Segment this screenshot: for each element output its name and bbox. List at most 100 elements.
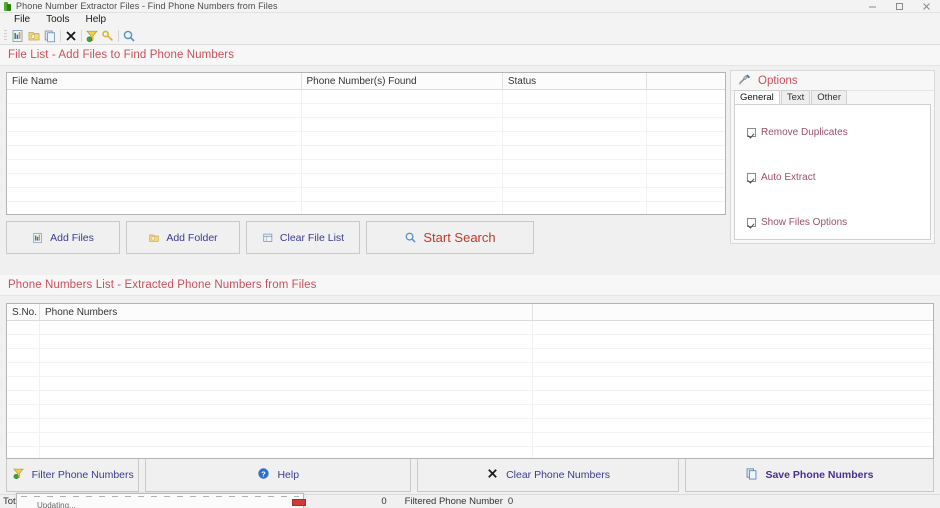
title-bar: Phone Number Extractor Files - Find Phon… bbox=[0, 0, 940, 13]
upper-area: File Name Phone Number(s) Found Status A… bbox=[0, 66, 940, 275]
toolbar bbox=[0, 27, 940, 45]
bottom-action-buttons: Filter Phone Numbers ? Help Clear Phone … bbox=[0, 456, 940, 494]
toolbar-search-icon[interactable] bbox=[121, 28, 137, 44]
column-header-blank[interactable] bbox=[647, 73, 725, 89]
app-icon bbox=[3, 1, 12, 11]
table-row[interactable] bbox=[7, 146, 725, 160]
file-list-header-label: File List - Add Files to Find Phone Numb… bbox=[8, 49, 235, 61]
toolbar-key-icon[interactable] bbox=[100, 28, 116, 44]
toolbar-separator bbox=[81, 29, 82, 42]
toolbar-clear-file-list-icon[interactable] bbox=[42, 28, 58, 44]
checkbox-remove-duplicates[interactable]: Remove Duplicates bbox=[747, 127, 848, 138]
checkbox-icon[interactable] bbox=[747, 128, 756, 137]
clear-phone-numbers-label: Clear Phone Numbers bbox=[506, 469, 610, 481]
toolbar-delete-icon[interactable] bbox=[63, 28, 79, 44]
save-phone-numbers-button[interactable]: Save Phone Numbers bbox=[684, 458, 934, 492]
phone-numbers-pane: S.No. Phone Numbers bbox=[0, 296, 940, 459]
window-controls bbox=[859, 0, 940, 13]
table-row[interactable] bbox=[7, 433, 933, 447]
tab-text[interactable]: Text bbox=[780, 90, 811, 104]
checkbox-auto-extract-label: Auto Extract bbox=[761, 172, 816, 183]
phone-numbers-grid-body[interactable] bbox=[7, 321, 933, 458]
progress-popup: Updating... bbox=[16, 493, 304, 508]
file-action-buttons: Add Files Add Folder Clear File List Sta… bbox=[6, 221, 726, 254]
progress-popup-text: Updating... bbox=[37, 501, 76, 508]
clear-phone-numbers-button[interactable]: Clear Phone Numbers bbox=[417, 458, 679, 492]
maximize-icon[interactable] bbox=[886, 0, 913, 13]
checkbox-remove-duplicates-label: Remove Duplicates bbox=[761, 127, 848, 138]
column-header-phone-numbers-found[interactable]: Phone Number(s) Found bbox=[302, 73, 503, 89]
tab-other[interactable]: Other bbox=[811, 90, 848, 104]
file-list-grid[interactable]: File Name Phone Number(s) Found Status bbox=[6, 72, 726, 215]
checkbox-auto-extract[interactable]: Auto Extract bbox=[747, 172, 815, 183]
options-title: Options bbox=[758, 74, 798, 87]
table-row[interactable] bbox=[7, 363, 933, 377]
clear-file-list-icon bbox=[262, 232, 274, 244]
column-header-phone-numbers[interactable]: Phone Numbers bbox=[40, 304, 533, 320]
menu-item-help[interactable]: Help bbox=[77, 13, 114, 27]
start-search-button[interactable]: Start Search bbox=[366, 221, 534, 254]
table-row[interactable] bbox=[7, 118, 725, 132]
file-list-grid-body[interactable] bbox=[7, 90, 725, 214]
search-icon bbox=[404, 231, 417, 244]
column-header-serial-number[interactable]: S.No. bbox=[7, 304, 40, 320]
application-window: Phone Number Extractor Files - Find Phon… bbox=[0, 0, 940, 508]
table-row[interactable] bbox=[7, 405, 933, 419]
table-row[interactable] bbox=[7, 174, 725, 188]
add-folder-icon bbox=[148, 232, 160, 244]
table-row[interactable] bbox=[7, 335, 933, 349]
table-row[interactable] bbox=[7, 160, 725, 174]
toolbar-filter-icon[interactable] bbox=[84, 28, 100, 44]
menu-item-tools[interactable]: Tools bbox=[38, 13, 77, 27]
options-tab-content: Remove Duplicates Auto Extract Show File… bbox=[734, 104, 931, 240]
phone-numbers-header-label: Phone Numbers List - Extracted Phone Num… bbox=[8, 279, 317, 291]
add-files-button[interactable]: Add Files bbox=[6, 221, 120, 254]
add-folder-label: Add Folder bbox=[166, 231, 218, 244]
table-row[interactable] bbox=[7, 90, 725, 104]
column-header-blank-2[interactable] bbox=[533, 304, 931, 320]
close-x-icon bbox=[486, 467, 499, 483]
checkbox-show-files-options[interactable]: Show Files Options bbox=[747, 217, 847, 228]
column-header-file-name[interactable]: File Name bbox=[7, 73, 302, 89]
table-row[interactable] bbox=[7, 104, 725, 118]
table-row[interactable] bbox=[7, 419, 933, 433]
filter-phone-numbers-button[interactable]: Filter Phone Numbers bbox=[6, 458, 140, 492]
file-list-section-header: File List - Add Files to Find Phone Numb… bbox=[0, 45, 940, 66]
status-total-value: 0 bbox=[381, 496, 387, 507]
help-label: Help bbox=[277, 469, 300, 481]
help-button[interactable]: ? Help bbox=[145, 458, 412, 492]
table-row[interactable] bbox=[7, 377, 933, 391]
clear-file-list-label: Clear File List bbox=[279, 231, 345, 244]
checkbox-show-files-options-label: Show Files Options bbox=[761, 217, 848, 228]
menu-item-file[interactable]: File bbox=[6, 13, 38, 27]
checkbox-icon[interactable] bbox=[747, 173, 756, 182]
table-row[interactable] bbox=[7, 188, 725, 202]
table-row[interactable] bbox=[7, 391, 933, 405]
status-filtered-label: Filtered Phone Number bbox=[404, 496, 503, 507]
table-row[interactable] bbox=[7, 321, 933, 335]
toolbar-separator bbox=[118, 29, 119, 42]
column-header-status[interactable]: Status bbox=[503, 73, 647, 89]
toolbar-add-files-icon[interactable] bbox=[10, 28, 26, 44]
table-row[interactable] bbox=[7, 447, 933, 458]
phone-numbers-grid[interactable]: S.No. Phone Numbers bbox=[6, 303, 934, 459]
table-row[interactable] bbox=[7, 349, 933, 363]
save-phone-numbers-label: Save Phone Numbers bbox=[765, 469, 874, 481]
filter-phone-numbers-label: Filter Phone Numbers bbox=[31, 469, 134, 481]
options-panel: Options General Text Other Remove Duplic… bbox=[730, 70, 935, 244]
add-files-icon bbox=[32, 232, 44, 244]
file-list-grid-header: File Name Phone Number(s) Found Status bbox=[7, 73, 725, 90]
checkbox-icon[interactable] bbox=[747, 218, 756, 227]
tab-general[interactable]: General bbox=[734, 90, 780, 104]
toolbar-grip[interactable] bbox=[4, 29, 7, 42]
minimize-icon[interactable] bbox=[859, 0, 886, 13]
options-pane: Options General Text Other Remove Duplic… bbox=[726, 66, 940, 275]
progress-indicator bbox=[292, 499, 306, 506]
clear-file-list-button[interactable]: Clear File List bbox=[246, 221, 360, 254]
close-icon[interactable] bbox=[913, 0, 940, 13]
svg-text:?: ? bbox=[262, 469, 267, 478]
table-row[interactable] bbox=[7, 202, 725, 214]
table-row[interactable] bbox=[7, 132, 725, 146]
add-folder-button[interactable]: Add Folder bbox=[126, 221, 240, 254]
toolbar-add-folder-icon[interactable] bbox=[26, 28, 42, 44]
